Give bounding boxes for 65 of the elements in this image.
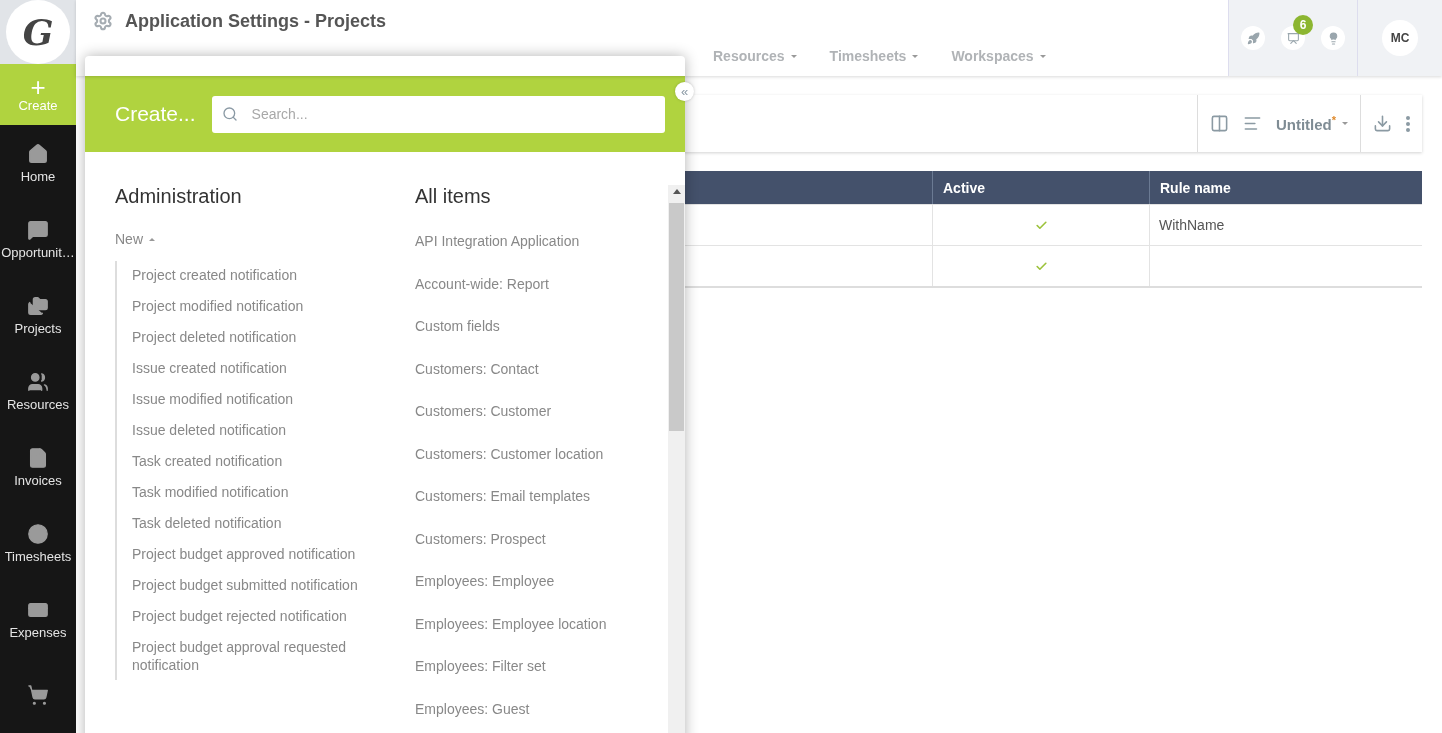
sidebar-item[interactable]: Resources [0, 353, 76, 429]
sidebar-item[interactable]: Home [0, 125, 76, 201]
nav-tab[interactable]: Resources [713, 48, 797, 64]
menu-item[interactable]: Customers: Contact [415, 359, 665, 378]
chat-icon [27, 218, 49, 241]
more-icon [1406, 115, 1410, 132]
presentation-icon [1286, 31, 1300, 45]
menu-item[interactable]: Customers: Customer [415, 402, 665, 421]
people-icon [27, 370, 49, 393]
rocket-icon [1246, 31, 1260, 45]
menu-item[interactable]: Task modified notification [132, 483, 372, 501]
menu-item[interactable]: Employees: Employee location [415, 614, 665, 633]
notification-badge: 6 [1293, 15, 1313, 35]
menu-item[interactable]: Account-wide: Report [415, 274, 665, 293]
section-heading: All items [415, 185, 492, 209]
menu-item[interactable]: Employees: Guest [415, 699, 665, 718]
menu-item[interactable]: Employees: Filter set [415, 657, 665, 676]
user-avatar[interactable]: MC [1382, 20, 1418, 56]
menu-item[interactable]: Project modified notification [132, 297, 372, 315]
sidebar-item[interactable]: Timesheets [0, 505, 76, 581]
menu-item[interactable]: Project budget rejected notification [132, 607, 372, 625]
rocket-button[interactable] [1241, 26, 1265, 50]
more-button[interactable] [1406, 115, 1410, 132]
menu-item[interactable]: Project budget approved notification [132, 545, 372, 563]
column-header[interactable]: Rule name [1149, 171, 1422, 204]
menu-item[interactable]: Issue deleted notification [132, 421, 372, 439]
lightbulb-button[interactable] [1321, 26, 1345, 50]
menu-item[interactable]: Customers: Email templates [415, 487, 665, 506]
settings-icon[interactable] [93, 11, 113, 31]
view-selector[interactable]: Untitled$^{*}$ [1275, 114, 1348, 133]
home-icon [27, 142, 49, 165]
menu-item[interactable]: Issue modified notification [132, 390, 372, 408]
sidebar-item[interactable]: Expenses [0, 581, 76, 657]
section-heading: Administration [115, 185, 243, 209]
sidebar-item[interactable]: Opportunit… [0, 201, 76, 277]
sidebar-item[interactable]: Projects [0, 277, 76, 353]
menu-item[interactable]: Customers: Customer location [415, 444, 665, 463]
menu-item[interactable]: Project budget approval requested notification [132, 638, 372, 674]
menu-item[interactable]: Employees: Employee [415, 572, 665, 591]
menu-item[interactable]: Task deleted notification [132, 514, 372, 532]
search-field[interactable]: Search... [211, 95, 665, 133]
align-button[interactable] [1242, 114, 1262, 133]
download-button[interactable] [1373, 114, 1392, 133]
menu-item[interactable]: Task created notification [132, 452, 372, 470]
logo[interactable]: G [6, 0, 70, 64]
document-icon [27, 446, 49, 469]
menu-item[interactable]: Project created notification [132, 266, 372, 284]
sidebar-item[interactable]: Invoices [0, 429, 76, 505]
menu-item[interactable]: Customers: Prospect [415, 529, 665, 548]
search-icon [221, 105, 238, 122]
group-toggle[interactable]: New [115, 231, 155, 247]
menu-item[interactable]: Project deleted notification [132, 328, 372, 346]
scrollbar[interactable] [668, 185, 685, 733]
page-title: Application Settings - Projects [125, 10, 387, 32]
nav-tab[interactable]: Workspaces [951, 48, 1046, 64]
panel-title: Create... [115, 102, 196, 126]
menu-item[interactable]: Custom fields [415, 317, 665, 336]
menu-item[interactable]: Issue created notification [132, 359, 372, 377]
menu-item[interactable]: API Integration Application [415, 232, 665, 251]
nav-tab[interactable]: Timesheets [829, 48, 919, 64]
menu-item[interactable]: Project budget submitted notification [132, 576, 372, 594]
column-header[interactable]: Active [932, 171, 1149, 204]
table-cell: WithName [1149, 204, 1422, 245]
columns-button[interactable] [1209, 114, 1229, 133]
cart-icon [27, 684, 49, 706]
